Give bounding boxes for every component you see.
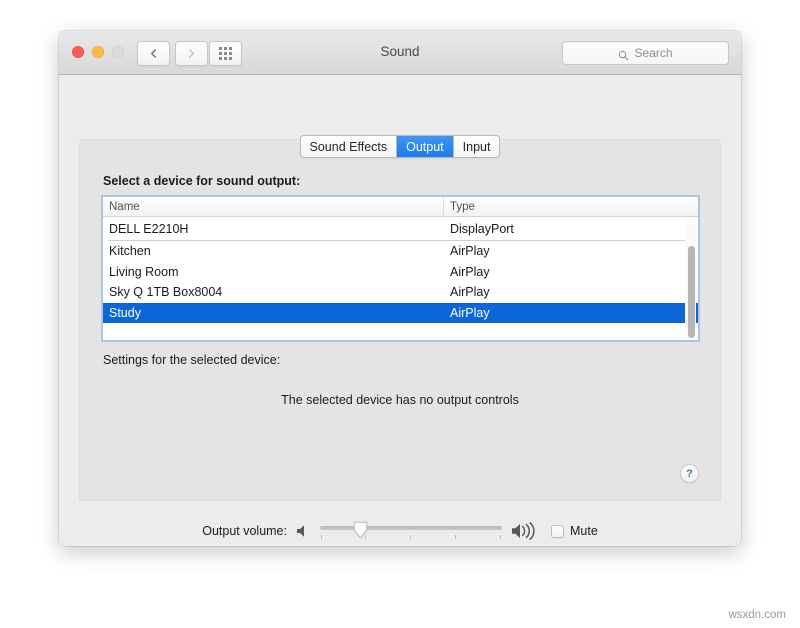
speaker-quiet-icon bbox=[296, 523, 311, 539]
device-type: AirPlay bbox=[444, 265, 698, 279]
column-header-type[interactable]: Type bbox=[444, 197, 698, 216]
help-button[interactable]: ? bbox=[680, 464, 699, 483]
table-header-row: Name Type bbox=[103, 197, 698, 217]
speaker-loud-icon bbox=[511, 522, 542, 540]
output-volume-slider[interactable] bbox=[320, 520, 502, 542]
no-output-controls-message: The selected device has no output contro… bbox=[79, 393, 721, 407]
sound-preferences-window: Sound Search Select a device for sound o… bbox=[59, 31, 741, 546]
mute-control[interactable]: Mute bbox=[551, 524, 598, 538]
table-row[interactable]: Living Room AirPlay bbox=[103, 262, 698, 283]
column-header-name[interactable]: Name bbox=[103, 197, 444, 216]
mute-checkbox[interactable] bbox=[551, 525, 564, 538]
scrollbar-thumb[interactable] bbox=[688, 246, 695, 338]
search-placeholder: Search bbox=[634, 46, 672, 60]
table-row[interactable]: Kitchen AirPlay bbox=[103, 241, 698, 262]
device-name: Living Room bbox=[103, 265, 444, 279]
search-field[interactable]: Search bbox=[562, 41, 729, 65]
device-name: Study bbox=[103, 306, 444, 320]
slider-thumb[interactable] bbox=[353, 521, 368, 539]
output-volume-row: Output volume: bbox=[59, 520, 741, 542]
window-titlebar: Sound Search bbox=[59, 31, 741, 75]
watermark: wsxdn.com bbox=[728, 609, 786, 621]
device-type: AirPlay bbox=[444, 306, 698, 320]
slider-ticks bbox=[320, 535, 502, 540]
table-row-selected[interactable]: Study AirPlay bbox=[103, 303, 698, 324]
device-type: DisplayPort bbox=[444, 222, 698, 236]
slider-track[interactable] bbox=[320, 526, 502, 530]
mute-label: Mute bbox=[570, 524, 598, 538]
select-device-label: Select a device for sound output: bbox=[103, 174, 300, 188]
device-type: AirPlay bbox=[444, 244, 698, 258]
device-type: AirPlay bbox=[444, 285, 698, 299]
output-settings-panel: Select a device for sound output: Name T… bbox=[79, 139, 721, 501]
device-name: DELL E2210H bbox=[103, 222, 444, 236]
output-volume-label: Output volume: bbox=[202, 524, 287, 538]
tab-input[interactable]: Input bbox=[454, 136, 500, 157]
tab-output[interactable]: Output bbox=[397, 136, 454, 157]
tab-sound-effects[interactable]: Sound Effects bbox=[301, 136, 398, 157]
search-icon bbox=[618, 48, 629, 59]
table-row[interactable]: Sky Q 1TB Box8004 AirPlay bbox=[103, 282, 698, 303]
window-content: Select a device for sound output: Name T… bbox=[59, 75, 741, 546]
tab-bar: Sound Effects Output Input bbox=[59, 135, 741, 158]
settings-for-device-label: Settings for the selected device: bbox=[103, 353, 280, 367]
device-name: Kitchen bbox=[103, 244, 444, 258]
table-row[interactable]: DELL E2210H DisplayPort bbox=[103, 217, 698, 240]
device-list-table[interactable]: Name Type DELL E2210H DisplayPort Kitche… bbox=[102, 196, 699, 341]
device-list-scrollbar[interactable] bbox=[685, 218, 696, 338]
device-name: Sky Q 1TB Box8004 bbox=[103, 285, 444, 299]
